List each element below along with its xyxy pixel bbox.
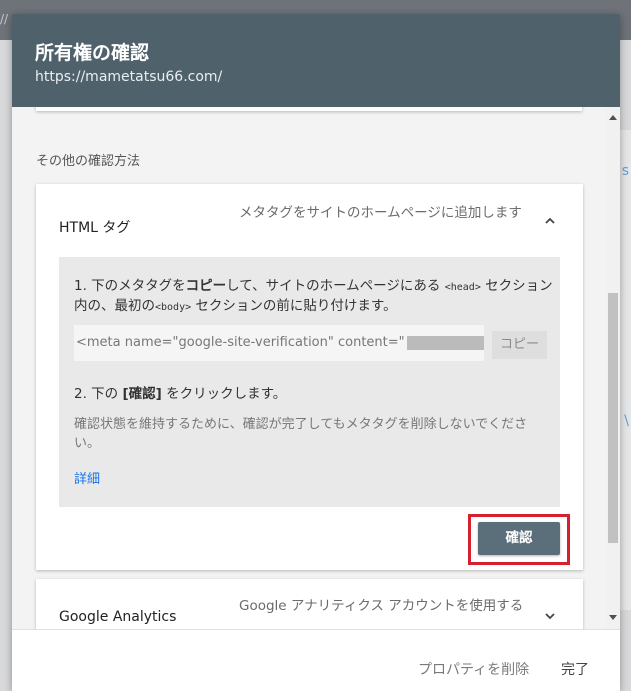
delete-property-button[interactable]: プロパティを削除 [418,659,529,679]
confirm-button[interactable]: 確認 [478,522,560,555]
html-tag-instructions: 1. 下のメタタグをコピーして、サイトのホームページにある <head> セクシ… [59,257,560,507]
dialog-header: 所有権の確認 https://mametatsu66.com/ [12,14,620,107]
chevron-up-icon[interactable] [544,215,556,227]
details-link[interactable]: 詳細 [74,468,100,487]
scrollbar-thumb[interactable] [608,293,618,543]
method-description[interactable]: メタタグをサイトのホームページに追加します [239,205,529,222]
scroll-down-arrow-icon[interactable] [609,615,617,620]
scrollbar[interactable] [606,107,620,629]
step-1-text: 1. 下のメタタグをコピーして、サイトのホームページにある <head> セクシ… [74,278,553,314]
scroll-up-arrow-icon[interactable] [609,115,617,120]
meta-tag-text: <meta name="google-site-verification" co… [76,335,405,350]
ownership-verification-dialog: 所有権の確認 https://mametatsu66.com/ その他の確認方法… [12,14,620,691]
method-name[interactable]: HTML タグ [59,217,130,237]
method-name[interactable]: Google Analytics [59,609,176,625]
verification-methods-list[interactable]: その他の確認方法 HTML タグ メタタグをサイトのホームページに追加します 1… [12,107,606,629]
meta-tag-field[interactable]: <meta name="google-site-verification" co… [74,325,484,361]
dialog-title: 所有権の確認 [35,42,150,64]
background-text-fragment: \ [624,413,629,429]
copy-button[interactable]: コピー [492,331,547,359]
previous-method-card [36,107,582,111]
background-text-fragment: s [621,163,629,179]
redacted-verification-code [406,335,484,350]
method-card-google-analytics: Google Analytics Google アナリティクス アカウントを使用… [36,579,583,629]
other-methods-label: その他の確認方法 [36,154,141,169]
keep-meta-tag-note: 確認状態を維持するために、確認が完了してもメタタグを削除しないでください。 [74,417,528,451]
method-description[interactable]: Google アナリティクス アカウントを使用する [239,598,529,615]
step-2-text: 2. 下の [確認] をクリックします。 [74,386,287,402]
chevron-down-icon[interactable] [544,610,556,622]
method-card-html-tag: HTML タグ メタタグをサイトのホームページに追加します 1. 下のメタタグを… [36,184,583,570]
property-url: https://mametatsu66.com/ [35,69,223,85]
dialog-footer: プロパティを削除 完了 [12,629,620,691]
done-button[interactable]: 完了 [561,659,589,679]
background-fragment: // [0,12,9,26]
meta-tag-row: <meta name="google-site-verification" co… [74,325,549,361]
